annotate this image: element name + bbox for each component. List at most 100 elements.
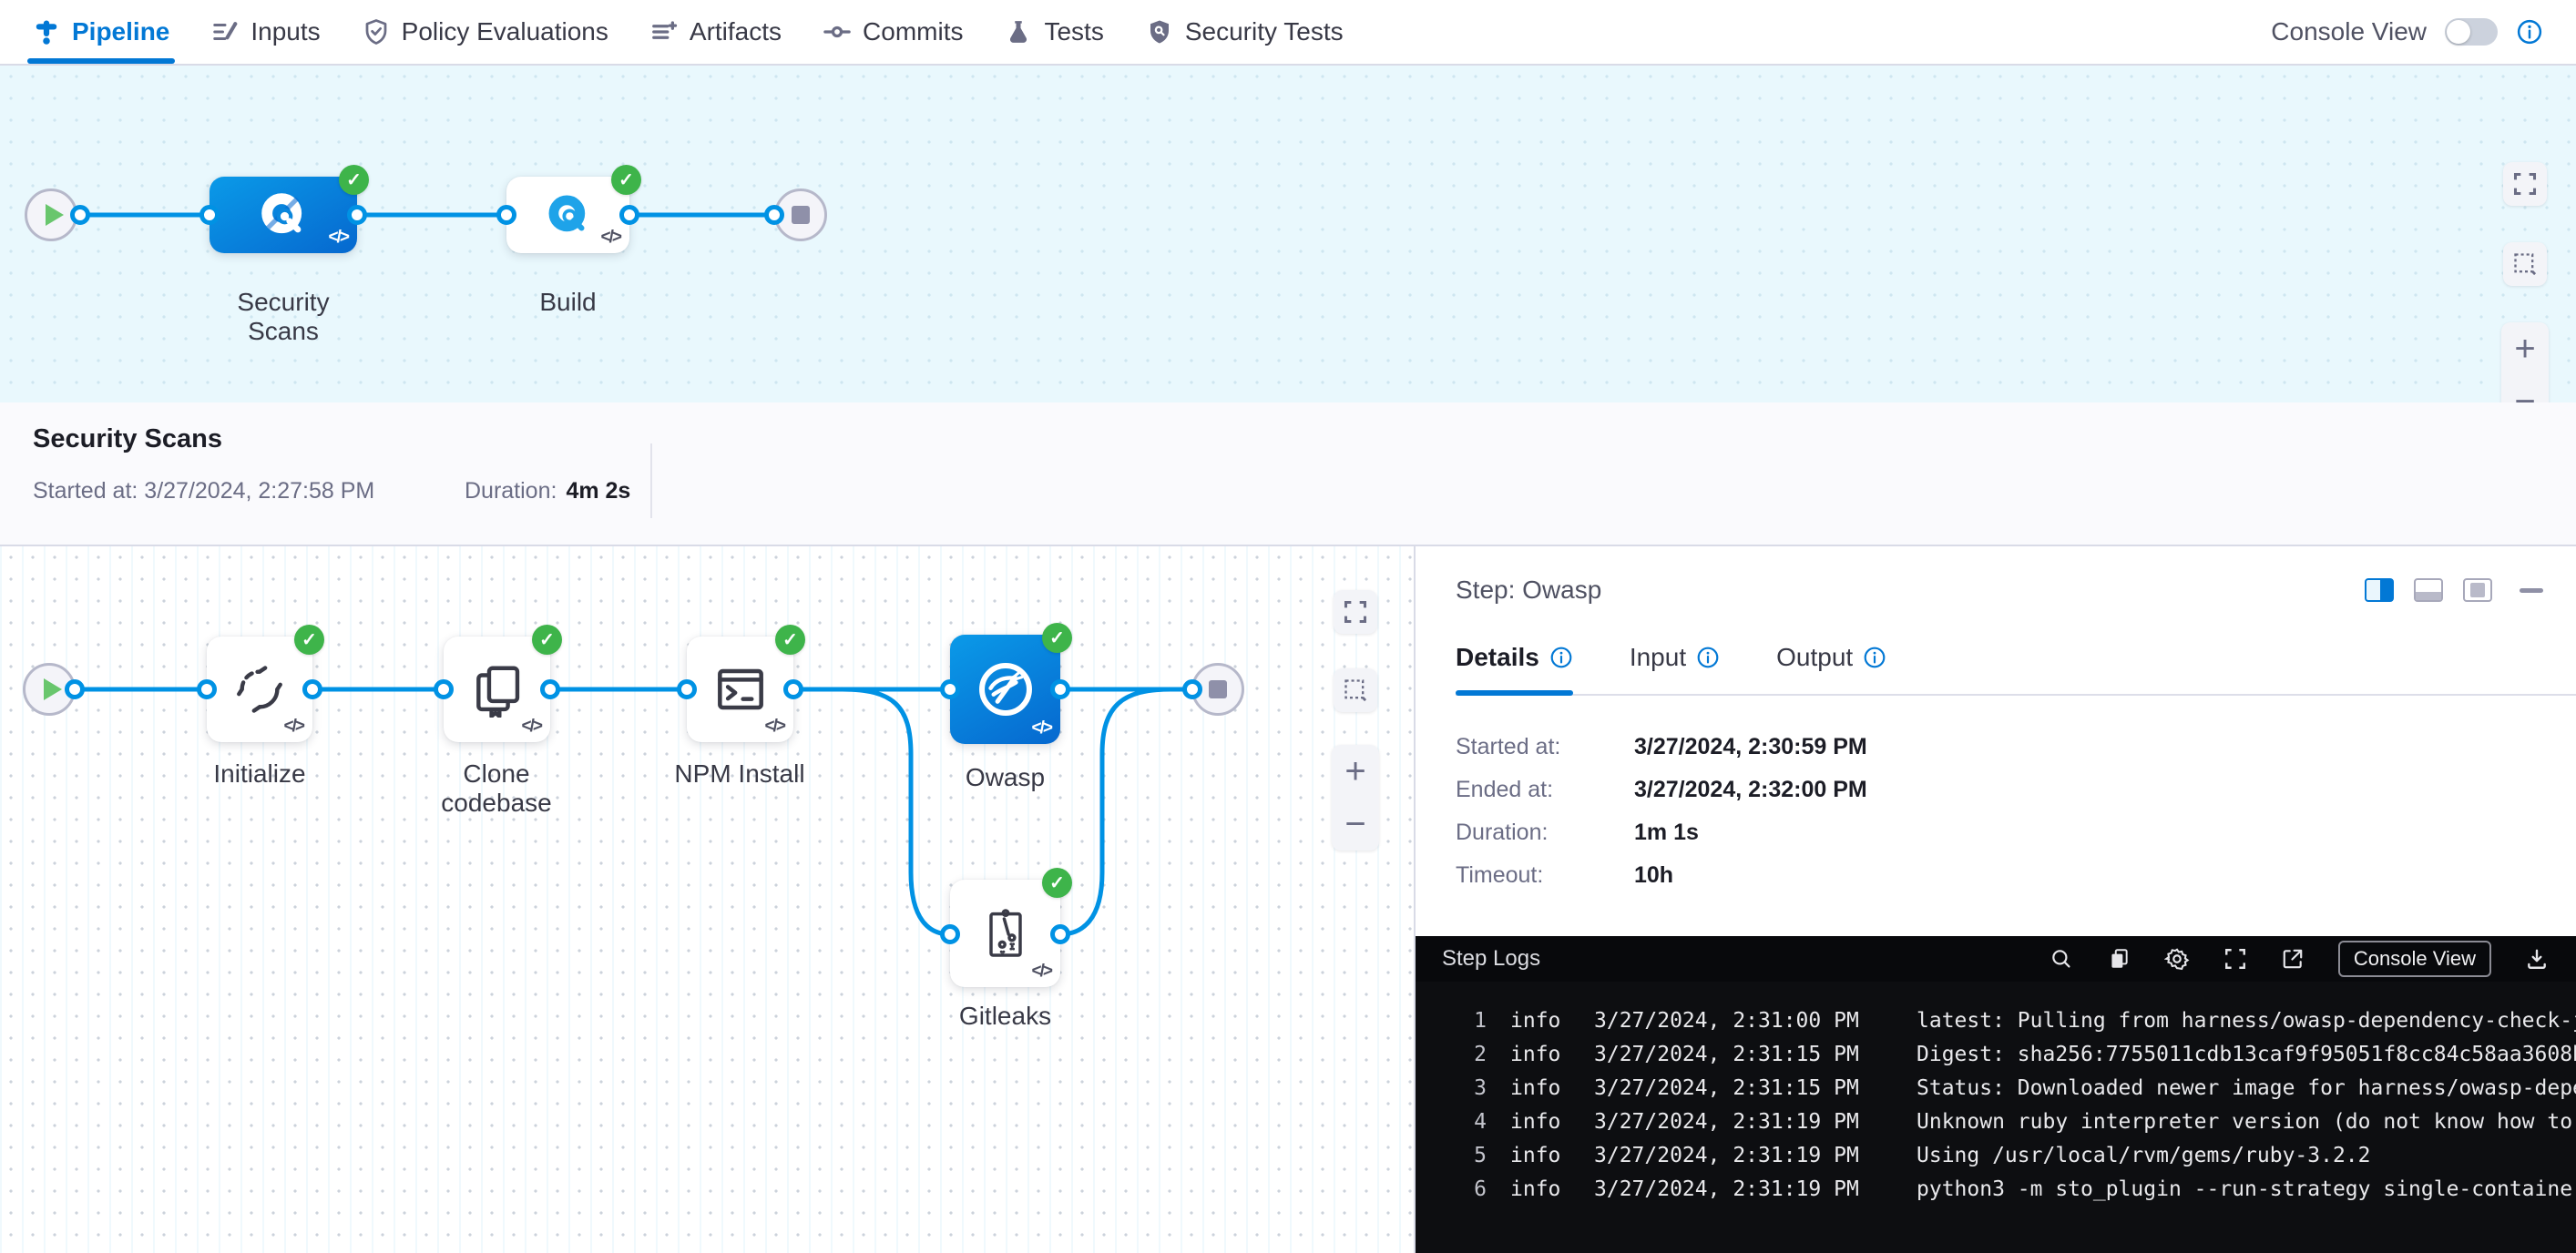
log-message: python3 -m sto_plugin --run-strategy sin… — [1917, 1177, 2576, 1201]
detail-value: 1m 1s — [1634, 820, 1699, 846]
open-external-icon[interactable] — [2281, 947, 2305, 971]
detail-label: Timeout: — [1456, 862, 1634, 889]
tab-label: Tests — [1044, 17, 1103, 46]
info-icon[interactable] — [1863, 646, 1886, 669]
tab-policy-evaluations[interactable]: Policy Evaluations — [363, 0, 608, 64]
step-logs-toolbar: Step Logs Console View — [1416, 936, 2576, 982]
detail-value: 3/27/2024, 2:30:59 PM — [1634, 734, 1867, 760]
tab-details[interactable]: Details — [1456, 643, 1573, 694]
log-line-number: 4 — [1416, 1110, 1487, 1134]
stage-card-security-scans[interactable]: ✓ </> — [210, 177, 357, 253]
layout-modal-icon — [2470, 583, 2485, 596]
success-badge: ✓ — [611, 165, 641, 195]
console-view-button[interactable]: Console View — [2338, 941, 2491, 977]
tab-input[interactable]: Input — [1630, 643, 1720, 694]
success-badge: ✓ — [339, 165, 369, 195]
stage-duration-value: 4m 2s — [566, 478, 630, 504]
toggle-knob — [2447, 20, 2470, 44]
success-badge: ✓ — [775, 625, 805, 655]
divider — [650, 443, 652, 518]
layout-right-view-button[interactable] — [2365, 578, 2394, 602]
stage-info-title: Security Scans — [33, 424, 2576, 454]
log-message: Unknown ruby interpreter version (do not… — [1917, 1110, 2576, 1134]
ci-stage-icon — [255, 187, 312, 243]
copy-icon[interactable] — [2107, 947, 2131, 971]
log-level: info — [1510, 1110, 1569, 1134]
step-card-gitleaks[interactable]: ✓ </> — [950, 880, 1060, 987]
tab-inputs[interactable]: Inputs — [211, 0, 320, 64]
log-timestamp: 3/27/2024, 2:31:19 PM — [1594, 1144, 1856, 1167]
info-icon[interactable] — [1549, 646, 1573, 669]
zoom-in-button[interactable]: + — [1332, 745, 1379, 798]
port — [302, 679, 322, 699]
zoom-out-button[interactable]: − — [2501, 375, 2549, 402]
tab-label: Details — [1456, 643, 1539, 672]
step-card-owasp[interactable]: ✓ </> — [950, 635, 1060, 744]
stage-canvas-fullscreen-button[interactable] — [2503, 162, 2547, 206]
tab-pipeline[interactable]: Pipeline — [33, 0, 169, 64]
detail-label: Started at: — [1456, 734, 1634, 760]
port — [347, 205, 367, 225]
settings-gear-icon[interactable] — [2164, 946, 2190, 972]
stage-card-build[interactable]: ✓ </> — [506, 177, 629, 253]
step-canvas-select-button[interactable] — [1334, 668, 1377, 712]
log-message: Using /usr/local/rvm/gems/ruby-3.2.2 — [1917, 1144, 2576, 1167]
step-canvas-fullscreen-button[interactable] — [1334, 590, 1377, 634]
layout-modal-view-button[interactable] — [2463, 578, 2492, 602]
log-timestamp: 3/27/2024, 2:31:15 PM — [1594, 1043, 1856, 1066]
search-icon[interactable] — [2050, 947, 2073, 971]
detail-value: 3/27/2024, 2:32:00 PM — [1634, 777, 1867, 803]
console-view-toggle[interactable] — [2445, 18, 2498, 46]
step-label: NPM Install — [649, 759, 831, 789]
detail-row: Ended at: 3/27/2024, 2:32:00 PM — [1456, 777, 2576, 803]
tab-tests[interactable]: Tests — [1005, 0, 1103, 64]
git-commit-icon — [823, 18, 851, 46]
step-label: Clone codebase — [405, 759, 588, 818]
tab-artifacts[interactable]: Artifacts — [650, 0, 782, 64]
stop-icon — [792, 206, 810, 224]
play-icon — [44, 678, 62, 700]
step-logs-console[interactable]: 1 info 3/27/2024, 2:31:00 PM latest: Pul… — [1416, 982, 2576, 1253]
log-line-number: 6 — [1416, 1177, 1487, 1201]
info-icon[interactable] — [1696, 646, 1720, 669]
minimize-panel-button[interactable] — [2520, 588, 2543, 593]
step-label: Initialize — [179, 759, 340, 789]
step-card-clone-codebase[interactable]: ✓ </> — [444, 637, 550, 742]
step-panel-title: Step: Owasp — [1456, 576, 1601, 605]
gitleaks-icon — [976, 904, 1035, 963]
step-card-npm-install[interactable]: ✓ </> — [687, 637, 793, 742]
code-template-icon: </> — [522, 717, 541, 737]
log-level: info — [1510, 1043, 1569, 1066]
log-timestamp: 3/27/2024, 2:31:19 PM — [1594, 1110, 1856, 1134]
log-level: info — [1510, 1144, 1569, 1167]
tab-commits[interactable]: Commits — [823, 0, 963, 64]
info-icon[interactable] — [2516, 18, 2543, 46]
step-details-list: Started at: 3/27/2024, 2:30:59 PM Ended … — [1456, 734, 2576, 889]
stage-canvas-select-button[interactable] — [2503, 242, 2547, 286]
download-icon[interactable] — [2525, 947, 2549, 971]
log-line: 1 info 3/27/2024, 2:31:00 PM latest: Pul… — [1416, 1003, 2576, 1037]
tab-output[interactable]: Output — [1776, 643, 1886, 694]
stage-canvas-zoom-controls: + − — [2501, 322, 2549, 402]
log-message: Status: Downloaded newer image for harne… — [1917, 1076, 2576, 1100]
step-card-initialize[interactable]: ✓ </> — [207, 637, 312, 742]
inputs-icon — [211, 18, 239, 46]
detail-label: Duration: — [1456, 820, 1634, 846]
zoom-out-button[interactable]: − — [1332, 798, 1379, 851]
fullscreen-icon[interactable] — [2223, 947, 2247, 971]
tab-label: Policy Evaluations — [402, 17, 608, 46]
log-message: latest: Pulling from harness/owasp-depen… — [1917, 1009, 2576, 1033]
stop-icon — [1209, 680, 1227, 698]
step-graph-canvas[interactable]: ✓ </> Initialize ✓ </> Clone codebase ✓ … — [0, 546, 1416, 1253]
tab-security-tests[interactable]: Security Tests — [1146, 0, 1344, 64]
initialize-icon — [231, 661, 288, 718]
success-badge: ✓ — [294, 625, 324, 655]
zoom-in-button[interactable]: + — [2501, 322, 2549, 375]
stage-graph-canvas[interactable]: ✓ </> Security Scans ✓ </> Build + − — [0, 66, 2576, 402]
tab-label: Commits — [863, 17, 963, 46]
log-level: info — [1510, 1177, 1569, 1201]
layout-bottom-view-button[interactable] — [2414, 578, 2443, 602]
detail-row: Started at: 3/27/2024, 2:30:59 PM — [1456, 734, 2576, 760]
log-level: info — [1510, 1076, 1569, 1100]
console-view-label: Console View — [2271, 17, 2427, 46]
